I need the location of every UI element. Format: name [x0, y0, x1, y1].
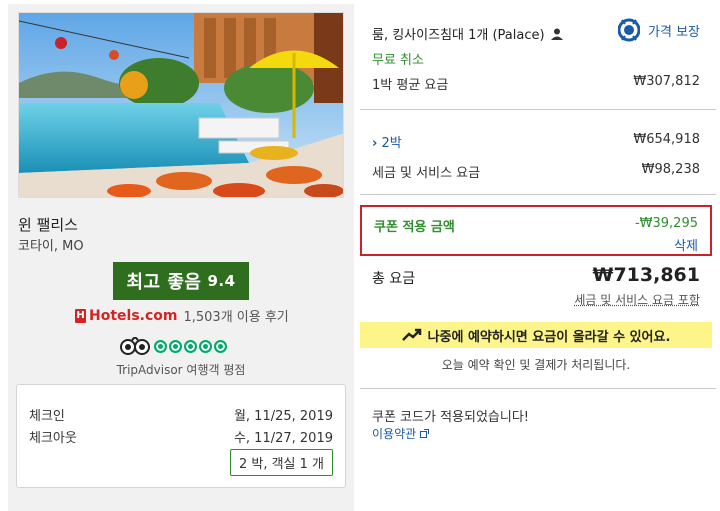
coupon-applied-message: 쿠폰 코드가 적용되었습니다!: [372, 410, 529, 425]
avg-nightly-row: 1박 평균 요금 ₩307,812: [372, 74, 700, 93]
hotel-card: 윈 팰리스 코타이, MO 최고 좋음 9.4 H Hotels.com 1,5…: [8, 4, 354, 511]
pool-scene-image: [19, 13, 343, 197]
rating-dot-icon: [214, 339, 227, 353]
nights-row[interactable]: › 2박 ₩654,918: [372, 132, 700, 151]
avg-nightly-value: ₩307,812: [633, 74, 700, 89]
tripadvisor-rating: [120, 337, 227, 355]
price-guarantee-badge-icon: [618, 18, 641, 42]
price-guarantee[interactable]: 가격 보장: [618, 18, 700, 42]
coupon-label: 쿠폰 적용 금액: [374, 220, 455, 235]
nights-rooms-button[interactable]: 2 박, 객실 1 개: [229, 449, 333, 476]
checkout-value: 수, 11/27, 2019: [233, 431, 333, 446]
hotels-logo: H Hotels.com: [75, 308, 177, 324]
coupon-delete-link[interactable]: 삭제: [674, 235, 698, 254]
rating-score: 9.4: [207, 272, 236, 290]
hotel-location: 코타이, MO: [18, 239, 84, 254]
coupon-discount-box: 쿠폰 적용 금액 -₩39,295 삭제: [360, 205, 712, 256]
stay-dates: 체크인 월, 11/25, 2019 체크아웃 수, 11/27, 2019 2…: [16, 384, 346, 488]
confirm-note: 오늘 예약 확인 및 결제가 처리됩니다.: [441, 358, 631, 372]
hotels-brand: Hotels.com: [89, 307, 178, 324]
nights-label: 2박: [381, 136, 402, 151]
person-icon: [550, 28, 563, 40]
rating-dot-icon: [184, 339, 197, 353]
rating-dot-icon: [154, 339, 167, 353]
total-includes-note[interactable]: 세금 및 서비스 요금 포함: [574, 291, 700, 308]
divider: [360, 388, 716, 389]
terms-link-label: 이용약관: [372, 427, 417, 441]
avg-nightly-label: 1박 평균 요금: [372, 78, 449, 93]
hotel-photo[interactable]: [18, 12, 344, 198]
tax-label: 세금 및 서비스 요금: [372, 166, 481, 181]
tripadvisor-owl-icon: [120, 337, 150, 355]
total-label: 총 요금: [372, 271, 416, 287]
checkout-label: 체크아웃: [29, 431, 77, 446]
total-amount: ₩713,861: [592, 264, 701, 286]
guest-rating-badge: 최고 좋음 9.4: [113, 262, 249, 300]
checkin-label: 체크인: [29, 409, 65, 424]
terms-link[interactable]: 이용약관: [372, 425, 429, 442]
banner-text: 나중에 예약하시면 요금이 올라갈 수 있어요.: [427, 329, 671, 345]
free-cancellation: 무료 취소: [372, 53, 424, 68]
tripadvisor-dots: [154, 339, 227, 353]
rating-dot-icon: [169, 339, 182, 353]
hotel-name: 윈 팰리스: [18, 216, 78, 234]
checkin-row: 체크인 월, 11/25, 2019: [29, 405, 333, 424]
tax-value: ₩98,238: [641, 162, 700, 177]
tax-row: 세금 및 서비스 요금 ₩98,238: [372, 162, 700, 181]
room-desc-text: 룸, 킹사이즈침대 1개 (Palace): [372, 28, 545, 43]
price-summary: 룸, 킹사이즈침대 1개 (Palace) 가격 보장 무료 취소 1박 평균 …: [360, 4, 716, 511]
nights-toggle[interactable]: › 2박: [372, 132, 402, 151]
divider: [360, 109, 716, 110]
rating-label: 최고 좋음: [126, 272, 202, 293]
trending-up-icon: [401, 328, 421, 341]
nights-value: ₩654,918: [633, 132, 700, 147]
reviews-count: 1,503개 이용 후기: [183, 310, 289, 325]
price-guarantee-label: 가격 보장: [648, 24, 700, 40]
chevron-right-icon: ›: [372, 136, 378, 151]
hotels-reviews[interactable]: H Hotels.com 1,503개 이용 후기: [75, 306, 289, 325]
divider: [360, 194, 716, 195]
external-link-icon: [420, 429, 429, 438]
checkin-value: 월, 11/25, 2019: [233, 409, 333, 424]
price-increase-banner: 나중에 예약하시면 요금이 올라갈 수 있어요.: [360, 322, 712, 348]
checkout-row: 체크아웃 수, 11/27, 2019: [29, 427, 333, 446]
room-description: 룸, 킹사이즈침대 1개 (Palace): [372, 24, 563, 43]
tripadvisor-label: TripAdvisor 여행객 평점: [116, 363, 246, 377]
coupon-amount: -₩39,295: [634, 216, 698, 231]
hotels-h-icon: H: [75, 308, 86, 323]
rating-dot-icon: [199, 339, 212, 353]
